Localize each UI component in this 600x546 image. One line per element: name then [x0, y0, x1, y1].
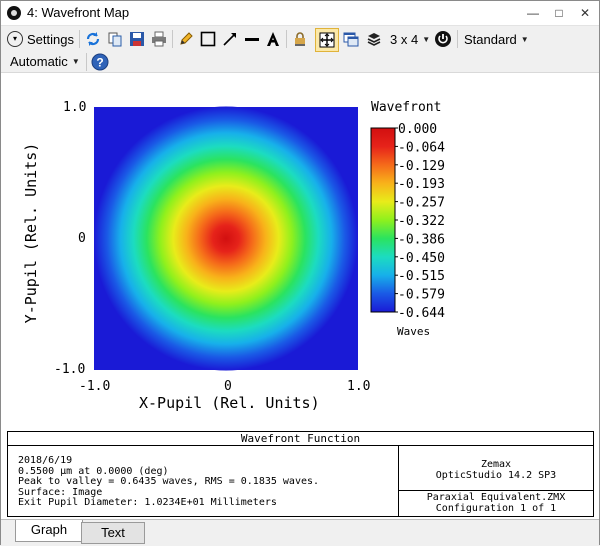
y-tick-label: 0 [78, 231, 86, 246]
standard-dropdown[interactable]: Standard ▼ [464, 29, 529, 49]
colorbar-tick-label: -0.129 [398, 159, 445, 174]
y-axis-label: Y-Pupil (Rel. Units) [22, 142, 40, 324]
info-panel: Wavefront Function 2018/6/19 0.5500 µm at… [7, 431, 594, 517]
wavefront-map-window: 4: Wavefront Map — □ ✕ ▾ Settings 3 x 4 … [0, 0, 600, 546]
layout-grid-dropdown[interactable]: 3 x 4 ▼ [390, 29, 430, 49]
software-info: Zemax OpticStudio 14.2 SP3 [399, 459, 593, 481]
x-axis-label: X-Pupil (Rel. Units) [139, 394, 320, 412]
save-icon[interactable] [127, 29, 147, 49]
info-line: Peak to valley = 0.6435 waves, RMS = 0.1… [18, 476, 320, 487]
plot-area: 0.000 -0.064 -0.129 -0.193 -0.257 -0.322 -0.38… [1, 73, 599, 519]
y-tick-label: 1.0 [63, 100, 87, 115]
colorbar [370, 127, 396, 313]
power-icon[interactable] [433, 29, 453, 49]
toolbar: ▾ Settings 3 x 4 ▼ Standard ▼ Automatic … [1, 26, 599, 73]
chevron-down-icon: ▾ [7, 31, 23, 47]
y-tick-label: -1.0 [54, 362, 86, 377]
colorbar-tick-label: -0.386 [398, 232, 445, 247]
toolbar-separator [172, 30, 173, 48]
info-line: Exit Pupil Diameter: 1.0234E+01 Millimet… [18, 497, 277, 508]
colorbar-tick-label: -0.644 [398, 306, 445, 321]
info-title: Wavefront Function [8, 432, 593, 446]
window-title: 4: Wavefront Map [27, 5, 130, 20]
x-tick-label: 1.0 [347, 379, 371, 394]
automatic-dropdown[interactable]: Automatic ▼ [10, 51, 80, 71]
info-divider [398, 490, 593, 491]
line-icon[interactable] [242, 29, 262, 49]
window-layout-icon[interactable] [341, 29, 361, 49]
wavefront-chart: 0.000 -0.064 -0.129 -0.193 -0.257 -0.322 -0.38… [94, 106, 445, 371]
tab-bar: Graph Text [1, 519, 599, 546]
tab-graph[interactable]: Graph [15, 520, 83, 542]
colorbar-tick-label: -0.322 [398, 214, 445, 229]
caret-down-icon: ▼ [71, 56, 80, 66]
info-line: 2018/6/19 [18, 455, 73, 466]
colorbar-tick-label: -0.257 [398, 196, 445, 211]
colorbar-tick-label: -0.450 [398, 251, 445, 266]
toolbar-separator [79, 30, 80, 48]
help-icon[interactable]: ? [90, 52, 110, 72]
maximize-button[interactable]: □ [548, 1, 570, 25]
info-details: 2018/6/19 0.5500 µm at 0.0000 (deg) Peak t… [18, 455, 320, 509]
wavefront-pupil [94, 106, 358, 371]
colorbar-tick-label: -0.515 [398, 269, 445, 284]
minimize-button[interactable]: — [522, 1, 544, 25]
title-bar: 4: Wavefront Map — □ ✕ [1, 1, 599, 26]
colorbar-tick-label: -0.193 [398, 177, 445, 192]
x-tick-label: -1.0 [79, 379, 111, 394]
colorbar-unit: Waves [397, 325, 431, 338]
fit-view-icon[interactable] [315, 28, 339, 52]
caret-down-icon: ▼ [520, 34, 529, 44]
rectangle-icon[interactable] [198, 29, 218, 49]
colorbar-tick-label: 0.000 [398, 122, 437, 137]
colorbar-tick-label: -0.064 [398, 140, 445, 155]
print-icon[interactable] [149, 29, 169, 49]
file-info: Paraxial Equivalent.ZMX Configuration 1 … [399, 492, 593, 514]
colorbar-tick-label: -0.579 [398, 288, 445, 303]
toolbar-separator [286, 30, 287, 48]
caret-down-icon: ▼ [422, 34, 431, 44]
close-button[interactable]: ✕ [574, 1, 596, 25]
tab-text[interactable]: Text [81, 522, 145, 544]
settings-button[interactable]: ▾ Settings [7, 29, 74, 49]
refresh-icon[interactable] [83, 29, 103, 49]
info-line: OpticStudio 14.2 SP3 [435, 469, 557, 481]
arrow-icon[interactable] [220, 29, 240, 49]
pencil-icon[interactable] [176, 29, 196, 49]
info-line: Paraxial Equivalent.ZMX [426, 492, 566, 503]
toolbar-separator [457, 30, 458, 48]
info-line: Zemax [480, 459, 512, 470]
app-icon [7, 6, 21, 20]
info-line: Configuration 1 of 1 [435, 502, 557, 514]
toolbar-separator [86, 53, 87, 71]
layers-icon[interactable] [364, 29, 384, 49]
copy-icon[interactable] [105, 29, 125, 49]
text-icon[interactable] [263, 29, 283, 49]
svg-text:?: ? [96, 56, 103, 70]
x-tick-label: 0 [224, 379, 232, 394]
lock-icon[interactable] [290, 29, 310, 49]
colorbar-title: Wavefront [371, 100, 442, 115]
